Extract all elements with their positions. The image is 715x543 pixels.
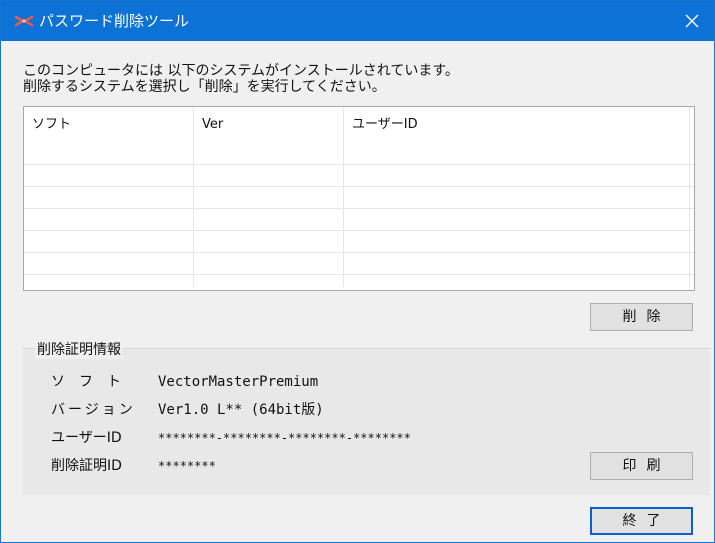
list-row[interactable] (24, 143, 694, 165)
installed-systems-list[interactable]: ソフト Ver ユーザーID (23, 106, 695, 291)
column-header-user-id[interactable]: ユーザーID (344, 107, 689, 143)
list-row[interactable] (24, 187, 694, 209)
list-row[interactable] (24, 165, 694, 187)
instruction-line-2: 削除するシステムを選択し「削除」を実行してください。 (23, 79, 386, 95)
list-row[interactable] (24, 209, 694, 231)
title-bar: パスワード削除ツール (1, 1, 714, 41)
version-value: Ver1.0 L** (64bit版) (158, 402, 324, 418)
window-title: パスワード削除ツール (39, 12, 190, 30)
user-id-label: ユーザーID (51, 430, 122, 446)
instruction-text: このコンピュータには 以下のシステムがインストールされています。 削除するシステ… (23, 63, 459, 95)
column-header-software[interactable]: ソフト (24, 107, 194, 143)
user-id-value: ********-********-********-******** (158, 431, 411, 445)
version-label: バージョン (51, 402, 136, 418)
exit-button[interactable]: 終了 (590, 507, 693, 535)
certificate-id-value: ******** (158, 459, 216, 473)
list-row[interactable] (24, 253, 694, 275)
list-header: ソフト Ver ユーザーID (24, 107, 694, 143)
tool-scissors-icon (15, 15, 33, 27)
software-label: ソフト (51, 374, 135, 390)
close-button[interactable] (670, 1, 714, 41)
delete-button[interactable]: 削除 (590, 303, 693, 331)
software-value: VectorMasterPremium (158, 374, 319, 390)
password-delete-tool-window: パスワード削除ツール このコンピュータには 以下のシステムがインストールされてい… (0, 0, 715, 543)
certificate-id-label: 削除証明ID (51, 458, 122, 474)
close-icon (685, 14, 699, 28)
instruction-line-1: このコンピュータには 以下のシステムがインストールされています。 (23, 63, 459, 79)
print-button[interactable]: 印刷 (590, 452, 693, 480)
column-header-version[interactable]: Ver (194, 107, 344, 143)
certificate-group-title: 削除証明情報 (35, 341, 123, 359)
list-row[interactable] (24, 231, 694, 253)
